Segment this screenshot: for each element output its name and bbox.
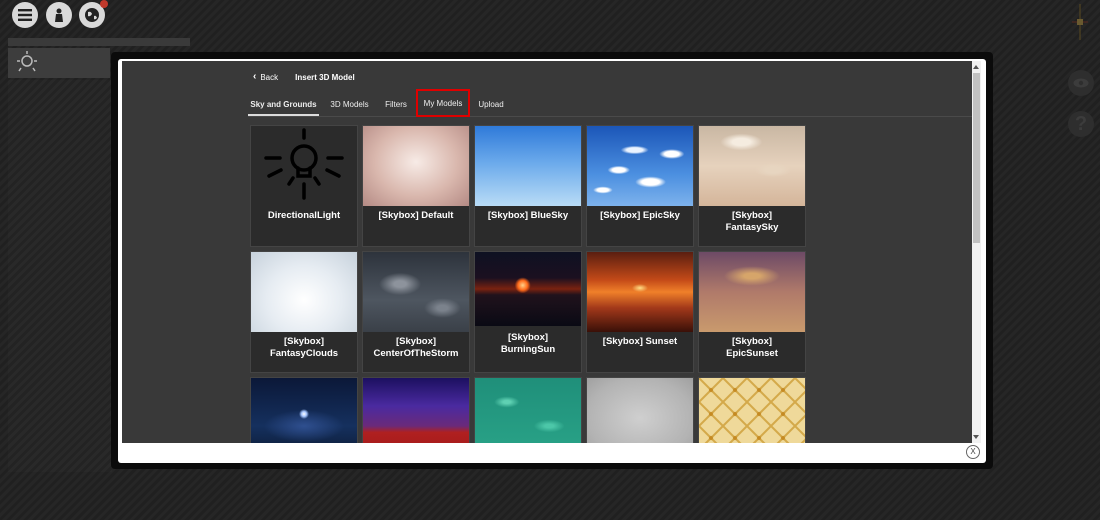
visibility-button[interactable]	[1068, 70, 1094, 96]
globe-icon	[85, 8, 99, 22]
model-card-skybox-default[interactable]: [Skybox] Default	[362, 125, 470, 247]
card-label: [Skybox] CenterOfTheStorm	[373, 336, 459, 359]
card-label: [Skybox] Default	[378, 210, 454, 221]
card-thumbnail	[475, 378, 581, 443]
dialog-scrollbar[interactable]	[972, 61, 981, 443]
sidebar-header-bar	[8, 38, 190, 46]
scroll-up-arrow[interactable]	[973, 65, 979, 69]
card-thumbnail	[475, 126, 581, 206]
model-card-skybox-bluesky[interactable]: [Skybox] BlueSky	[474, 125, 582, 247]
scroll-down-arrow[interactable]	[973, 435, 979, 439]
insert-3d-model-dialog: ‹ Back Insert 3D Model Sky and Grounds 3…	[118, 59, 986, 463]
model-card-skybox-epicsunset[interactable]: [Skybox] EpicSunset	[698, 251, 806, 373]
help-button[interactable]: ?	[1068, 111, 1094, 137]
card-thumbnail	[363, 126, 469, 206]
eye-icon	[1073, 78, 1089, 88]
sidebar-item[interactable]	[8, 48, 110, 78]
axis-gizmo	[1072, 4, 1088, 40]
model-card-directionallight[interactable]: DirectionalLight	[250, 125, 358, 247]
user-button[interactable]	[46, 2, 72, 28]
card-label: [Skybox] EpicSunset	[726, 336, 778, 359]
card-thumbnail	[699, 126, 805, 206]
model-card[interactable]	[698, 377, 806, 443]
category-tabs: Sky and Grounds 3D Models Filters My Mod…	[248, 89, 974, 117]
model-card[interactable]	[586, 377, 694, 443]
tab-filters[interactable]: Filters	[381, 94, 411, 115]
model-card-skybox-burningsun[interactable]: [Skybox] BurningSun	[474, 251, 582, 373]
card-thumbnail	[587, 126, 693, 206]
model-card[interactable]	[362, 377, 470, 443]
back-button[interactable]: ‹ Back	[253, 72, 278, 82]
card-label: [Skybox] FantasySky	[725, 210, 779, 233]
card-label: [Skybox] BlueSky	[487, 210, 569, 221]
model-card[interactable]	[474, 377, 582, 443]
dialog-header: ‹ Back Insert 3D Model	[253, 69, 355, 85]
person-icon	[55, 8, 63, 22]
dialog-title: Insert 3D Model	[295, 72, 355, 82]
card-label: DirectionalLight	[267, 210, 341, 221]
globe-button[interactable]	[79, 0, 108, 28]
card-label: [Skybox] EpicSky	[600, 210, 680, 221]
tab-my-models[interactable]: My Models	[416, 89, 470, 117]
chevron-left-icon: ‹	[253, 71, 257, 82]
tab-sky-and-grounds[interactable]: Sky and Grounds	[248, 94, 319, 116]
help-icon: ?	[1074, 112, 1088, 135]
menu-icon	[18, 9, 32, 21]
lightbulb-icon	[264, 128, 344, 200]
card-thumbnail	[251, 126, 357, 206]
tab-upload[interactable]: Upload	[475, 94, 507, 115]
sidebar-panel	[8, 80, 112, 472]
card-thumbnail	[363, 378, 469, 443]
close-button[interactable]: X	[966, 445, 980, 459]
card-thumbnail	[251, 378, 357, 443]
model-card-skybox-fantasyclouds[interactable]: [Skybox] FantasyClouds	[250, 251, 358, 373]
card-thumbnail	[251, 252, 357, 332]
model-card[interactable]	[250, 377, 358, 443]
model-card-skybox-centerofthestorm[interactable]: [Skybox] CenterOfTheStorm	[362, 251, 470, 373]
card-label: [Skybox] FantasyClouds	[269, 336, 339, 359]
card-thumbnail	[699, 378, 805, 443]
card-thumbnail	[363, 252, 469, 332]
notification-badge	[100, 0, 108, 8]
card-thumbnail	[699, 252, 805, 332]
card-thumbnail	[587, 252, 693, 332]
model-card-skybox-sunset[interactable]: [Skybox] Sunset	[586, 251, 694, 373]
model-card-skybox-epicsky[interactable]: [Skybox] EpicSky	[586, 125, 694, 247]
card-label: [Skybox] Sunset	[602, 336, 678, 347]
menu-button[interactable]	[12, 2, 38, 28]
card-label: [Skybox] BurningSun	[500, 332, 556, 355]
dialog-content: ‹ Back Insert 3D Model Sky and Grounds 3…	[122, 61, 976, 443]
back-label: Back	[260, 72, 279, 82]
model-card-skybox-fantasysky[interactable]: [Skybox] FantasySky	[698, 125, 806, 247]
card-thumbnail	[475, 252, 581, 326]
lightbulb-icon	[17, 51, 37, 72]
scroll-thumb[interactable]	[973, 73, 980, 243]
card-thumbnail	[587, 378, 693, 443]
tab-3d-models[interactable]: 3D Models	[327, 94, 372, 115]
